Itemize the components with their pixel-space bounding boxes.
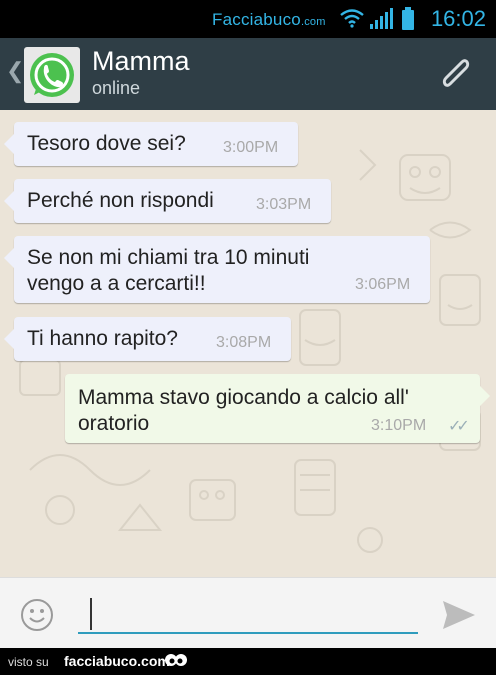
- status-time: 16:02: [430, 6, 486, 31]
- message-composer: [0, 577, 496, 649]
- wifi-icon: [340, 9, 364, 28]
- eyes-logo-icon: [165, 654, 187, 666]
- paperclip-icon[interactable]: [432, 52, 478, 98]
- status-brand-suffix: .com: [300, 16, 326, 28]
- double-check-icon: ✓✓: [448, 418, 470, 435]
- chevron-left-icon[interactable]: ❮: [6, 58, 24, 84]
- status-bar: Facciabuco.com 16:02: [0, 0, 496, 38]
- incoming-message-bubble[interactable]: Se non mi chiami tra 10 minuti vengo a a…: [4, 236, 430, 303]
- message-text: Se non mi chiami tra 10 minuti vengo a a…: [27, 246, 310, 295]
- message-text: Tesoro dove sei?: [27, 132, 186, 155]
- message-input[interactable]: [78, 594, 418, 634]
- signal-icon: [370, 8, 393, 29]
- whatsapp-logo-icon: [30, 53, 74, 97]
- footer-prefix: visto su: [8, 655, 49, 669]
- status-brand: Facciabuco.com: [212, 10, 326, 30]
- message-timestamp: 3:00PM: [223, 139, 279, 156]
- message-text: Mamma stavo giocando a calcio all' orato…: [78, 386, 409, 435]
- chat-header: ❮ Mamma online: [0, 38, 496, 110]
- send-icon[interactable]: [440, 596, 478, 634]
- outgoing-message-bubble[interactable]: Mamma stavo giocando a calcio all' orato…: [65, 374, 490, 443]
- message-timestamp: 3:03PM: [256, 196, 312, 213]
- contact-name[interactable]: Mamma: [92, 46, 190, 77]
- watermark-footer: visto su facciabuco.com: [0, 648, 496, 675]
- text-cursor: [90, 598, 92, 630]
- incoming-message-bubble[interactable]: Ti hanno rapito? 3:08PM: [4, 317, 291, 361]
- contact-status: online: [92, 78, 141, 98]
- status-icons: [340, 7, 414, 30]
- message-timestamp: 3:10PM: [371, 417, 427, 434]
- message-text: Ti hanno rapito?: [27, 327, 178, 350]
- chat-area[interactable]: Tesoro dove sei? 3:00PM Perché non rispo…: [0, 110, 496, 577]
- message-text: Perché non rispondi: [27, 189, 214, 212]
- incoming-message-bubble[interactable]: Perché non rispondi 3:03PM: [4, 179, 331, 223]
- message-timestamp: 3:06PM: [355, 276, 411, 293]
- battery-icon: [402, 7, 414, 30]
- contact-avatar[interactable]: [24, 47, 80, 103]
- incoming-message-bubble[interactable]: Tesoro dove sei? 3:00PM: [4, 122, 298, 166]
- message-timestamp: 3:08PM: [216, 334, 272, 351]
- smiley-icon[interactable]: [20, 598, 54, 632]
- footer-brand: facciabuco.com: [64, 653, 170, 669]
- status-brand-main: Facciabuco: [212, 10, 301, 29]
